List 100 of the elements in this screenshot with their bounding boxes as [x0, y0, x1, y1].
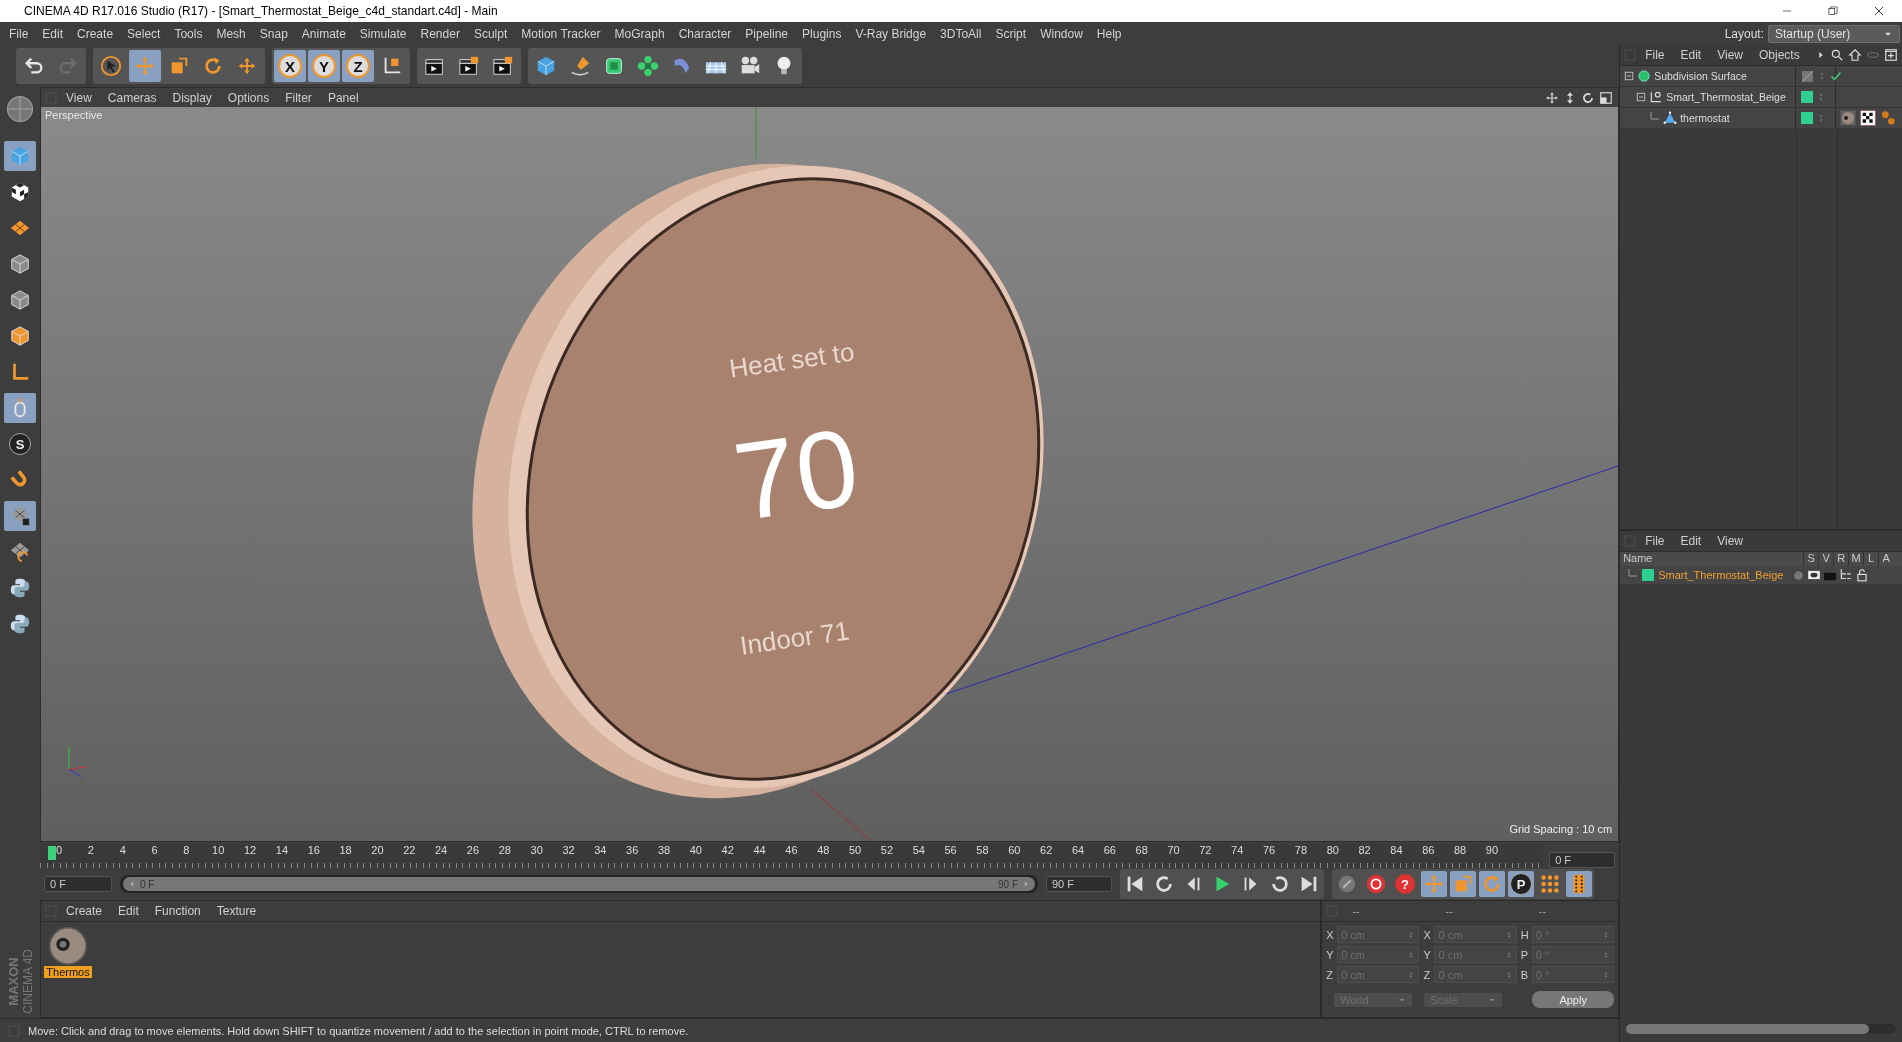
view-control[interactable]	[1598, 89, 1615, 106]
layer-row[interactable]: Smart_Thermostat_Beige	[1620, 566, 1902, 584]
menu-item[interactable]: Sculpt	[466, 26, 515, 41]
layer-color-swatch[interactable]	[1801, 112, 1814, 124]
menu-item[interactable]: File	[1638, 534, 1672, 548]
menu-item[interactable]: Edit	[35, 26, 71, 41]
object-name[interactable]: Subdivision Surface	[1654, 70, 1747, 82]
menu-item[interactable]: Window	[1033, 26, 1090, 41]
layer-color-swatch[interactable]	[1801, 91, 1814, 103]
frame-number: 48	[816, 844, 831, 858]
frame-number: 16	[306, 844, 321, 858]
menu-item[interactable]: Simulate	[352, 26, 414, 41]
frame-number: 4	[118, 844, 127, 858]
menu-item[interactable]: Pipeline	[738, 26, 796, 41]
object-row[interactable]: Subdivision Surface	[1620, 66, 1902, 87]
menu-item[interactable]: Display	[165, 90, 219, 105]
menu-item[interactable]: Motion Tracker	[514, 26, 608, 41]
menu-item[interactable]: Plugins	[795, 26, 849, 41]
key-icon	[1336, 873, 1358, 895]
menu-item[interactable]: Edit	[111, 904, 146, 918]
menu-item[interactable]: MoGraph	[607, 26, 672, 41]
menu-item[interactable]: File	[1638, 48, 1672, 62]
menu-item[interactable]: Character	[671, 26, 739, 41]
material-item[interactable]: Thermos	[45, 926, 91, 978]
menu-item[interactable]: Snap	[252, 26, 295, 41]
tool-button[interactable]	[4, 501, 36, 531]
maximize-icon	[1599, 90, 1614, 105]
window-title: CINEMA 4D R17.016 Studio (R17) - [Smart_Thermostat_Beige_c4d_standart.c4d] - Main	[24, 4, 499, 18]
menu-item[interactable]: Objects	[1751, 48, 1807, 62]
frame-number: 44	[752, 844, 767, 858]
menu-item[interactable]: View	[1710, 48, 1750, 62]
frame-number: 12	[243, 844, 258, 858]
eye-icon	[1807, 568, 1822, 582]
layer-name: Smart_Thermostat_Beige	[1658, 569, 1785, 581]
frame-number: 30	[529, 844, 544, 858]
frame-number: 36	[625, 844, 640, 858]
object-name[interactable]: Smart_Thermostat_Beige	[1666, 91, 1786, 103]
axis-label: H	[1520, 928, 1529, 941]
menu-item[interactable]: Tools	[167, 26, 210, 41]
menu-item[interactable]: Cameras	[100, 90, 164, 105]
material-name: Thermos	[44, 966, 92, 978]
edge-cube-icon	[9, 289, 31, 311]
menu-item[interactable]: Help	[1089, 26, 1129, 41]
frame-number: 86	[1421, 844, 1436, 858]
frame-number: 78	[1293, 844, 1308, 858]
frame-field[interactable]: 90 F	[1046, 876, 1112, 892]
object-row[interactable]: thermostat	[1620, 108, 1902, 129]
frame-field[interactable]: 0 F	[1549, 852, 1616, 868]
menu-item[interactable]: V-Ray Bridge	[848, 26, 934, 41]
menu-item[interactable]: Script	[988, 26, 1034, 41]
tool-button[interactable]: P	[1508, 871, 1534, 897]
range-end: 90 F	[998, 878, 1018, 890]
cloner-icon	[637, 55, 659, 77]
triangle-mesh-icon	[1663, 111, 1678, 125]
collapse-icon[interactable]	[1636, 92, 1647, 102]
collapse-icon[interactable]	[1624, 71, 1635, 81]
null-object-icon	[1649, 90, 1664, 104]
menu-item[interactable]: Texture	[209, 904, 264, 918]
menu-item[interactable]: 3DToAll	[933, 26, 989, 41]
layout-dropdown[interactable]: Startup (User)	[1768, 24, 1900, 43]
menu-item[interactable]: Select	[120, 26, 168, 41]
column-header[interactable]: Name	[1620, 552, 1804, 566]
move-icon	[1545, 90, 1560, 105]
cube-icon	[535, 55, 557, 77]
frame-number: 64	[1071, 844, 1085, 858]
menu-item[interactable]: View	[1710, 534, 1750, 548]
axis-label: X	[1423, 928, 1432, 941]
menu-item[interactable]: Function	[147, 904, 208, 918]
menu-item[interactable]: Create	[59, 904, 110, 918]
menu-item[interactable]: Create	[70, 26, 121, 41]
frame-number: 66	[1102, 844, 1117, 858]
screen-text: Indoor 71	[738, 615, 852, 661]
menu-item[interactable]: Edit	[1673, 48, 1709, 62]
cube-icon	[9, 145, 31, 167]
next-key-icon	[1269, 873, 1291, 895]
temperature-text: 70	[727, 404, 866, 544]
lock-icon	[1855, 568, 1870, 582]
logo-text: CINEMA 4D	[20, 949, 35, 1014]
frame-number: 0	[54, 844, 64, 858]
frame-field[interactable]: 0 F	[44, 876, 112, 892]
viewport-panel[interactable]: View Cameras Display Options Filter Panel Heat set to 70 Indoor 71 Perspective Grid Spacing : 10 cm	[40, 87, 1620, 842]
menu-item[interactable]: View	[59, 90, 99, 105]
menu-item[interactable]: Filter	[278, 90, 319, 105]
object-row[interactable]: Smart_Thermostat_Beige	[1620, 87, 1902, 108]
menu-item[interactable]: Options	[220, 90, 277, 105]
menu-item[interactable]: Render	[413, 26, 467, 41]
frame-number: 84	[1389, 844, 1404, 858]
object-name[interactable]: thermostat	[1680, 112, 1730, 124]
logo-text: MAXON	[5, 957, 21, 1006]
rotate-icon	[1481, 873, 1503, 895]
rotate-icon	[202, 55, 224, 77]
menu-item[interactable]: Animate	[294, 26, 353, 41]
frame-number: 80	[1325, 844, 1340, 858]
frame-number: 74	[1230, 844, 1245, 858]
menu-item[interactable]: Edit	[1673, 534, 1709, 548]
menu-item[interactable]: Mesh	[209, 26, 253, 41]
frame-number: 14	[274, 844, 289, 858]
menu-item[interactable]: Panel	[320, 90, 366, 105]
restore-icon	[1826, 4, 1840, 18]
menu-item[interactable]: File	[2, 26, 36, 41]
